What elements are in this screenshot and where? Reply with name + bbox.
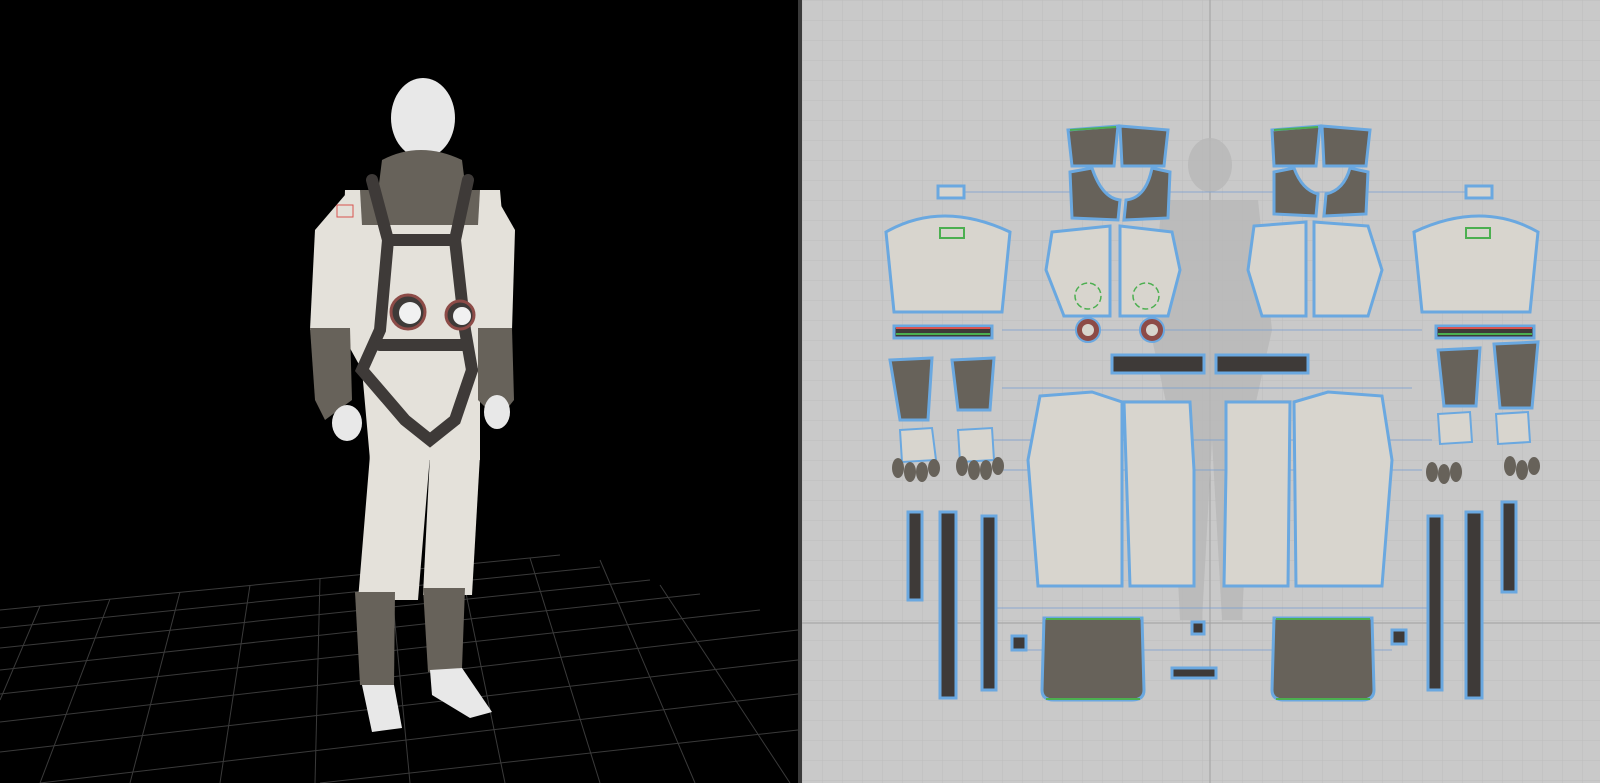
piece-strap-l3[interactable] <box>980 514 998 692</box>
piece-strap-r2[interactable] <box>1464 510 1484 700</box>
right-pant-leg[interactable] <box>423 455 480 595</box>
piece-sleeve-right[interactable] <box>1412 214 1540 314</box>
piece-strap-l1[interactable] <box>906 510 924 602</box>
2d-pattern-window[interactable] <box>802 0 1600 783</box>
chest-valve-left-cap <box>399 302 421 324</box>
pattern-canvas[interactable] <box>802 0 1600 783</box>
piece-valve-ring-left-hole <box>1082 324 1094 336</box>
piece-tab-4[interactable] <box>1170 666 1218 680</box>
right-hand <box>484 395 510 429</box>
left-foot <box>362 685 402 732</box>
piece-front-right[interactable] <box>1118 224 1182 318</box>
left-pant-leg[interactable] <box>358 455 430 600</box>
piece-tab-1[interactable] <box>1010 634 1028 652</box>
piece-collar-right-2[interactable] <box>1320 124 1372 168</box>
right-boot-cuff[interactable] <box>423 588 465 672</box>
3d-scene[interactable] <box>0 0 798 783</box>
piece-collar-left[interactable] <box>1066 124 1120 168</box>
piece-cuff-right-1[interactable] <box>1436 346 1482 408</box>
piece-valve-ring-right-hole <box>1146 324 1158 336</box>
piece-glove-left-1[interactable] <box>898 426 938 464</box>
piece-cuff-left-2[interactable] <box>950 356 996 412</box>
piece-tab-5[interactable] <box>936 184 966 200</box>
piece-belt-right[interactable] <box>1214 353 1310 375</box>
piece-tab-2[interactable] <box>1190 620 1206 636</box>
left-hand <box>332 405 362 441</box>
piece-sleeve-left[interactable] <box>884 214 1012 314</box>
piece-belt-left[interactable] <box>1110 353 1206 375</box>
avatar-garment[interactable] <box>310 78 515 732</box>
piece-pants-back-right[interactable] <box>1222 400 1292 588</box>
piece-tab-6[interactable] <box>1464 184 1494 200</box>
piece-pants-front-right[interactable] <box>1292 390 1394 588</box>
piece-pants-back-left[interactable] <box>1122 400 1196 588</box>
piece-collar-left-2[interactable] <box>1118 124 1170 168</box>
piece-back-left[interactable] <box>1246 220 1308 318</box>
piece-pants-front-left[interactable] <box>1026 390 1124 588</box>
piece-tab-3[interactable] <box>1390 628 1408 646</box>
piece-strap-r3[interactable] <box>1500 500 1518 594</box>
chest-valve-right-cap <box>453 307 471 325</box>
piece-glove-right-1[interactable] <box>1436 410 1474 446</box>
piece-boot-right[interactable] <box>1270 616 1376 702</box>
piece-strap-r1[interactable] <box>1426 514 1444 692</box>
avatar-head <box>391 78 455 158</box>
piece-glove-right-2[interactable] <box>1494 410 1532 446</box>
piece-cuff-right-2[interactable] <box>1492 340 1540 410</box>
3d-viewport[interactable] <box>0 0 798 783</box>
piece-collar-right[interactable] <box>1270 124 1322 168</box>
left-boot-cuff[interactable] <box>355 592 395 685</box>
piece-back-right[interactable] <box>1312 220 1384 318</box>
piece-strap-l2[interactable] <box>938 510 958 700</box>
piece-boot-left[interactable] <box>1040 616 1146 702</box>
